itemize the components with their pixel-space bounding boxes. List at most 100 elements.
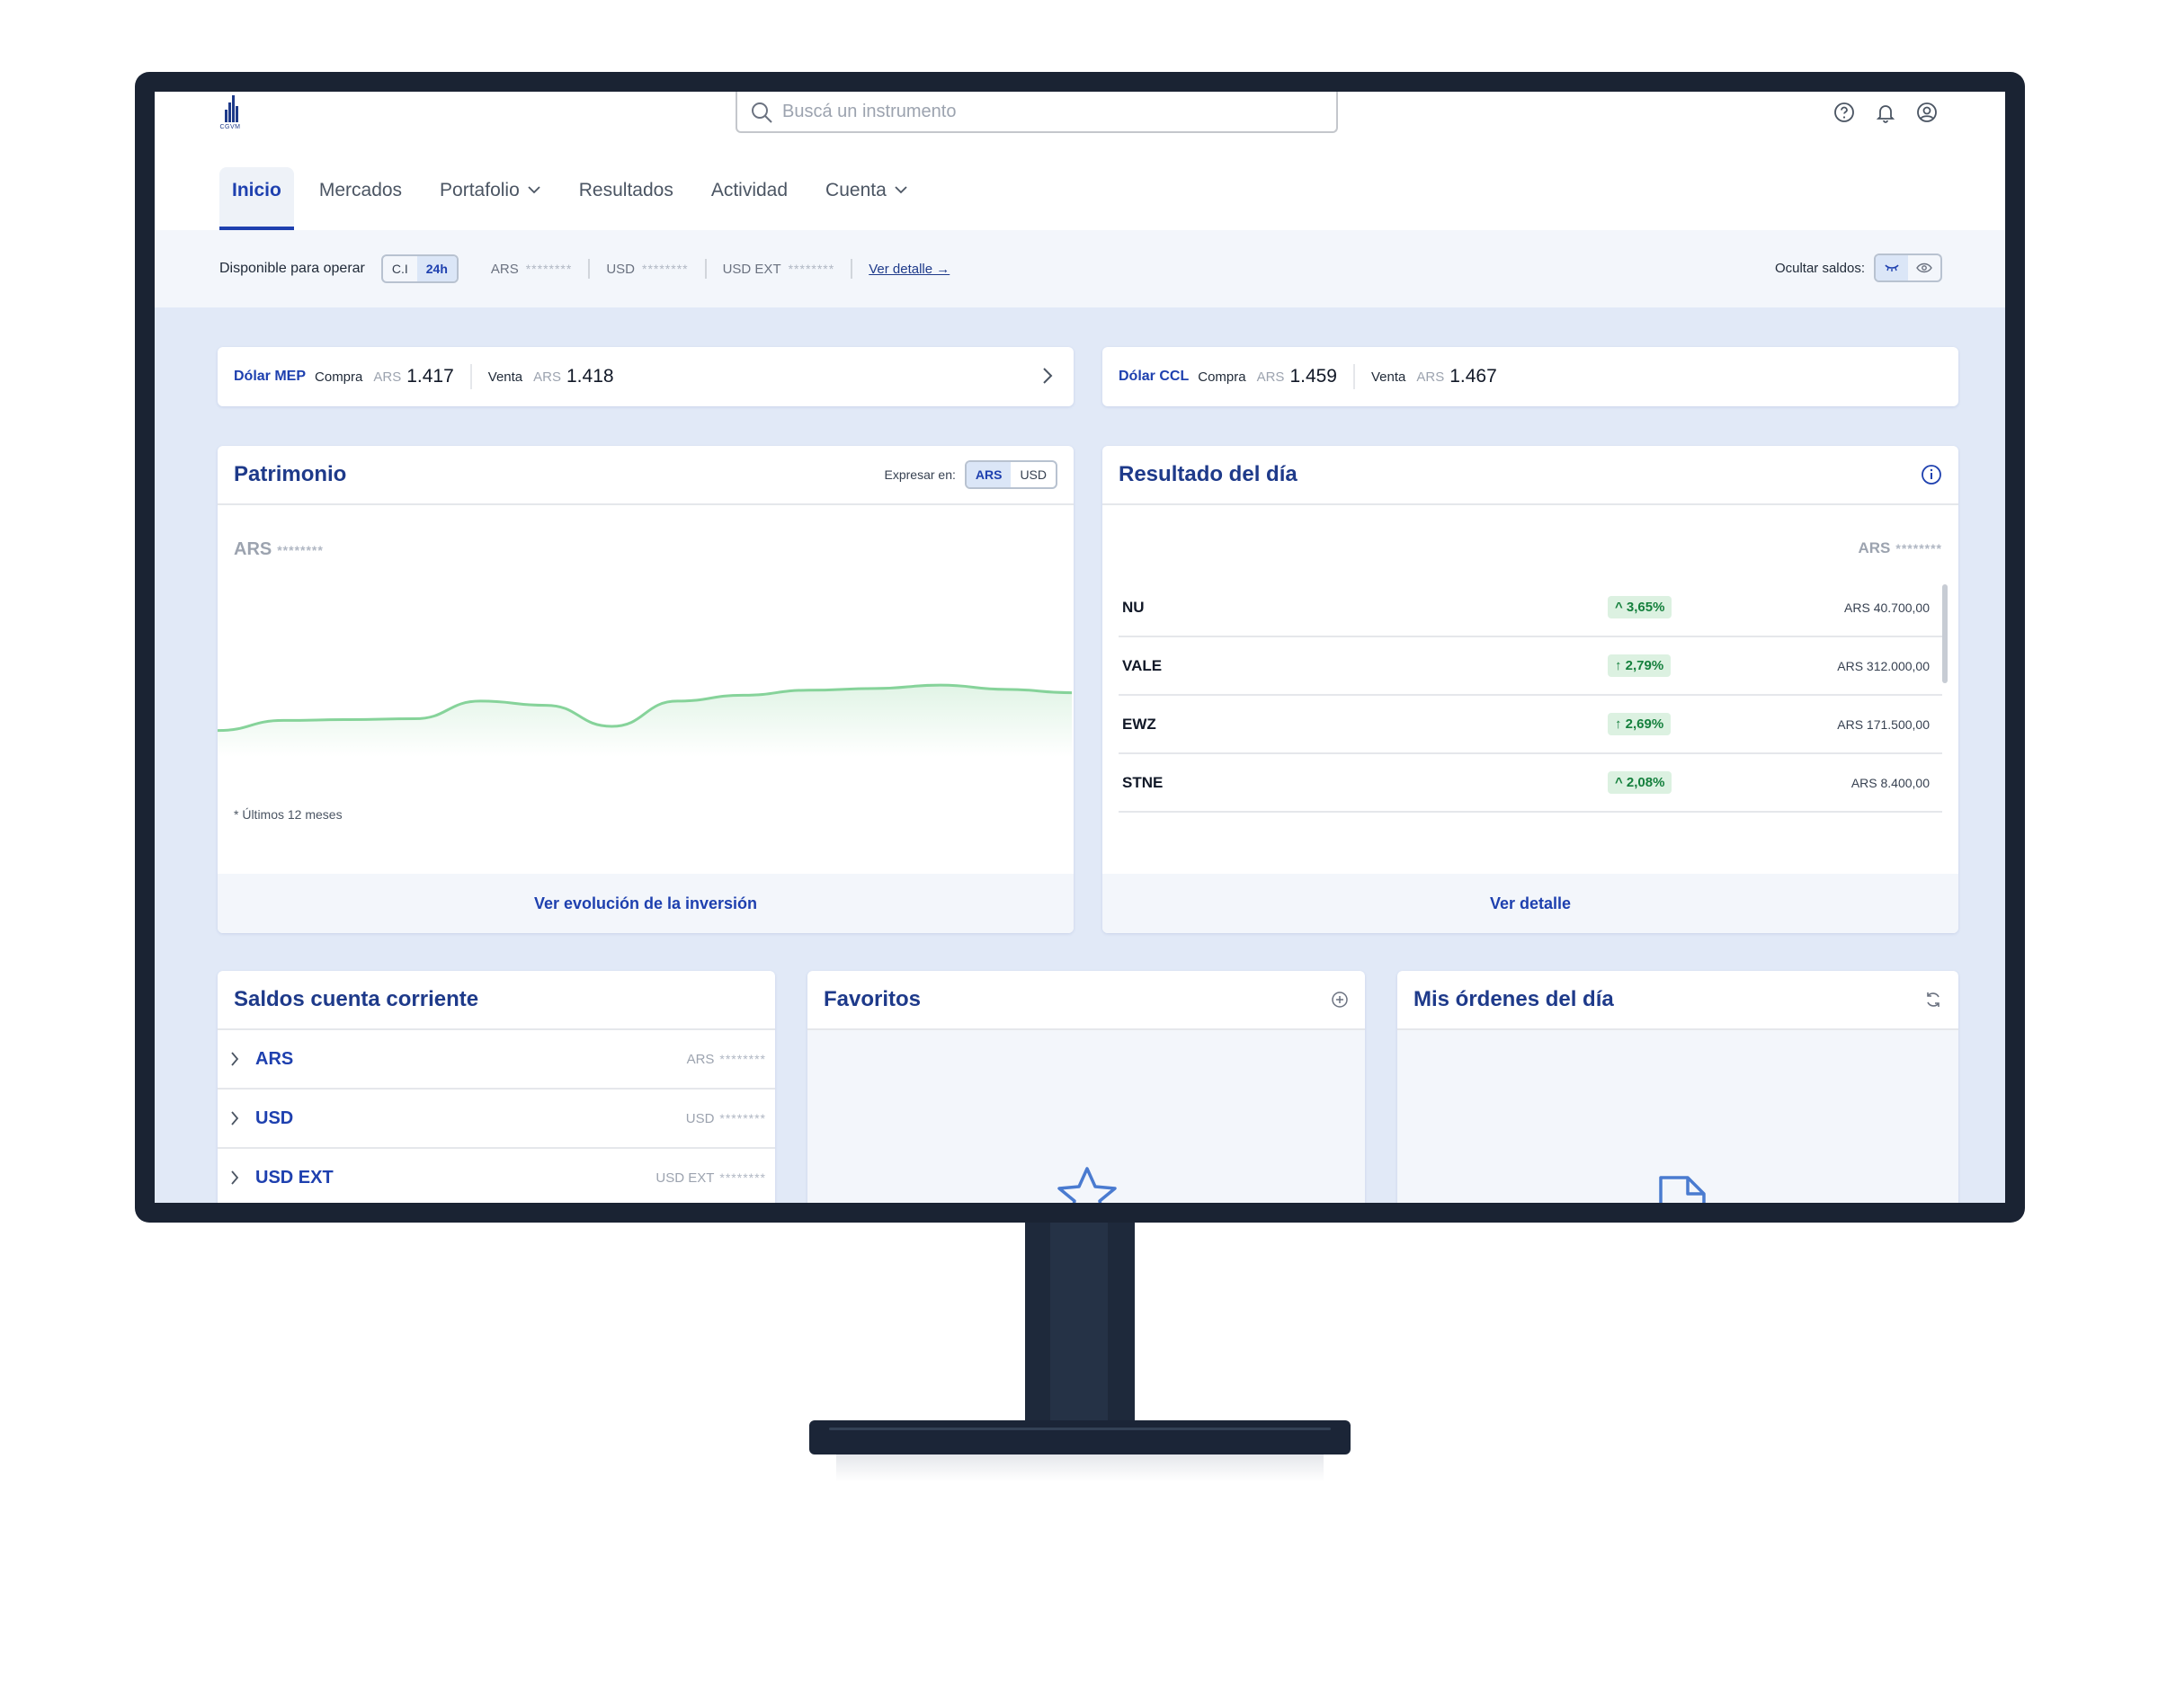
divider — [469, 364, 472, 389]
available-label: Disponible para operar — [219, 261, 365, 276]
patrimonio-balance: ARS ******** — [234, 539, 324, 559]
fx-buy-currency: ARS — [373, 369, 402, 385]
ordenes-card: Mis órdenes del día — [1397, 971, 1958, 1203]
tab-mercados[interactable]: Mercados — [307, 167, 415, 230]
express-ars-option[interactable]: ARS — [966, 462, 1012, 487]
resultado-card: Resultado del día ARS ******** NU ^ 3,65%… — [1102, 446, 1958, 933]
monitor-stand-neck — [1025, 1223, 1135, 1422]
logo-text: CGVM — [219, 124, 241, 130]
eye-closed-icon[interactable] — [1876, 255, 1908, 280]
chevron-right-icon — [231, 1111, 239, 1125]
hide-balances-toggle — [1874, 254, 1942, 282]
tab-resultados[interactable]: Resultados — [566, 167, 686, 230]
chevron-down-icon — [895, 186, 907, 194]
patrimonio-evolution-link[interactable]: Ver evolución de la inversión — [218, 874, 1074, 933]
change-badge: ^ 2,08% — [1608, 771, 1672, 794]
list-item[interactable]: STNE ^ 2,08% ARS 8.400,00 — [1119, 754, 1942, 813]
list-item[interactable]: VALE ↑ 2,79% ARS 312.000,00 — [1119, 637, 1942, 696]
search-box[interactable] — [736, 92, 1338, 133]
scrollbar[interactable] — [1942, 584, 1948, 683]
fx-sell-label: Venta — [1371, 369, 1406, 385]
top-icons — [1833, 101, 1939, 124]
express-usd-option[interactable]: USD — [1011, 462, 1056, 487]
fx-sell-label: Venta — [487, 369, 523, 385]
screen: CGVM Inicio Mercados Portafolio — [155, 92, 2005, 1203]
favoritos-empty — [807, 1030, 1365, 1203]
available-detail-link[interactable]: Ver detalle → — [869, 262, 950, 277]
card-header: Resultado del día — [1102, 446, 1958, 505]
bell-icon[interactable] — [1874, 101, 1897, 124]
chevron-right-icon[interactable] — [1041, 366, 1054, 386]
search-icon — [752, 102, 772, 123]
settlement-ci-option[interactable]: C.I — [383, 256, 417, 281]
fx-buy-label: Compra — [1198, 369, 1246, 385]
resultado-list: NU ^ 3,65% ARS 40.700,00 VALE ↑ 2,79% AR… — [1119, 579, 1942, 813]
fx-buy-label: Compra — [315, 369, 363, 385]
fx-sell-currency: ARS — [533, 369, 561, 385]
fx-buy-value: 1.459 — [1289, 366, 1337, 387]
patrimonio-title: Patrimonio — [234, 462, 347, 486]
document-icon — [1659, 1176, 1706, 1203]
sparkline-area — [218, 685, 1072, 757]
logo[interactable]: CGVM — [218, 93, 243, 137]
resultado-detail-link[interactable]: Ver detalle — [1102, 874, 1958, 933]
fx-name: Dólar CCL — [1119, 369, 1190, 384]
list-item[interactable]: NU ^ 3,65% ARS 40.700,00 — [1119, 579, 1942, 637]
card-header: Patrimonio Expresar en: ARS USD — [218, 446, 1074, 505]
fx-sell-currency: ARS — [1416, 369, 1445, 385]
favoritos-card: Favoritos — [807, 971, 1365, 1203]
card-header: Saldos cuenta corriente — [218, 971, 775, 1030]
favoritos-title: Favoritos — [824, 987, 922, 1011]
account-row-usd-ext[interactable]: USD EXT USD EXT ******** — [218, 1149, 775, 1203]
available-bar: Disponible para operar C.I 24h ARS *****… — [155, 230, 2005, 307]
express-in: Expresar en: ARS USD — [884, 460, 1057, 489]
account-row-ars[interactable]: ARS ARS ******** — [218, 1030, 775, 1090]
list-item[interactable]: EWZ ↑ 2,69% ARS 171.500,00 — [1119, 696, 1942, 754]
hide-balances-label: Ocultar saldos: — [1774, 260, 1865, 276]
chevron-right-icon — [231, 1052, 239, 1066]
change-badge: ^ 3,65% — [1608, 596, 1672, 618]
hide-balances: Ocultar saldos: — [1775, 254, 1942, 282]
help-icon[interactable] — [1833, 101, 1856, 124]
fx-card-ccl[interactable]: Dólar CCL Compra ARS 1.459 Venta ARS 1.4… — [1102, 347, 1958, 406]
account-row-usd[interactable]: USD USD ******** — [218, 1090, 775, 1149]
ordenes-empty — [1397, 1030, 1958, 1203]
star-icon — [1057, 1167, 1117, 1203]
fx-buy-value: 1.417 — [406, 366, 454, 387]
fx-buy-currency: ARS — [1256, 369, 1285, 385]
info-icon[interactable] — [1921, 464, 1942, 485]
main-nav: Inicio Mercados Portafolio Resultados Ac… — [219, 167, 921, 230]
express-label: Expresar en: — [884, 467, 956, 482]
patrimonio-sparkline — [218, 683, 1072, 757]
fx-sell-value: 1.467 — [1449, 366, 1497, 387]
monitor-stand-base — [809, 1420, 1351, 1454]
fx-name: Dólar MEP — [234, 369, 307, 384]
settlement-24h-option[interactable]: 24h — [416, 256, 457, 281]
patrimonio-note: * Últimos 12 meses — [234, 807, 343, 822]
available-balance-ars: ARS ******** — [475, 259, 591, 279]
resultado-title: Resultado del día — [1119, 462, 1297, 486]
dashboard: Dólar MEP Compra ARS 1.417 Venta ARS 1.4… — [155, 307, 2005, 1203]
user-icon[interactable] — [1915, 101, 1939, 124]
chevron-right-icon — [231, 1170, 239, 1185]
ordenes-title: Mis órdenes del día — [1413, 987, 1614, 1011]
express-toggle: ARS USD — [964, 460, 1057, 489]
tab-inicio[interactable]: Inicio — [219, 167, 294, 230]
eye-open-icon[interactable] — [1908, 255, 1940, 280]
change-badge: ↑ 2,69% — [1608, 713, 1672, 735]
resultado-total: ARS ******** — [1858, 539, 1942, 556]
top-bar: CGVM — [155, 92, 2005, 149]
card-header: Mis órdenes del día — [1397, 971, 1958, 1030]
fx-sell-value: 1.418 — [566, 366, 614, 387]
fx-card-mep[interactable]: Dólar MEP Compra ARS 1.417 Venta ARS 1.4… — [218, 347, 1074, 406]
search-input[interactable] — [782, 99, 1304, 124]
tab-portafolio[interactable]: Portafolio — [427, 167, 554, 230]
chevron-down-icon — [528, 186, 540, 194]
logo-icon — [221, 95, 239, 122]
tab-actividad[interactable]: Actividad — [699, 167, 800, 230]
add-favorite-icon[interactable] — [1331, 991, 1349, 1009]
tab-cuenta[interactable]: Cuenta — [813, 167, 921, 230]
saldos-card: Saldos cuenta corriente ARS ARS ******** … — [218, 971, 775, 1203]
available-balance-usd: USD ******** — [590, 259, 707, 279]
refresh-icon[interactable] — [1924, 991, 1942, 1009]
